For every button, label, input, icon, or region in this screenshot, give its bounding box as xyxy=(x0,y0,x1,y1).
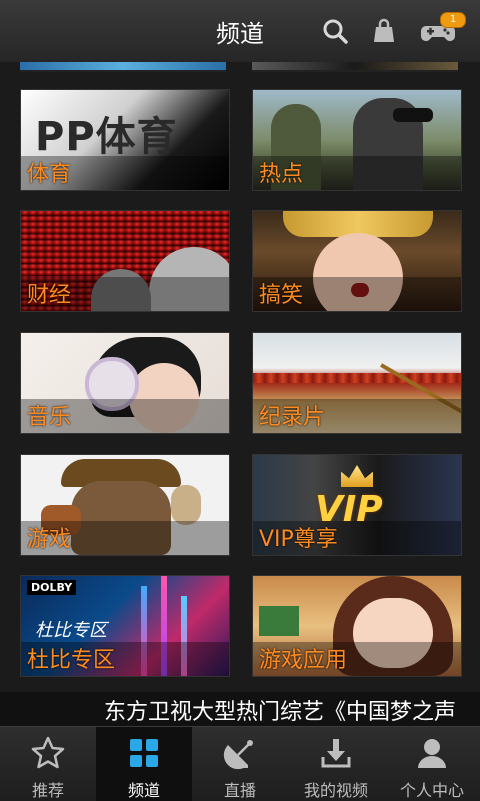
nav-label: 直播 xyxy=(223,781,256,800)
download-icon xyxy=(318,735,354,771)
gamepad-icon[interactable]: 1 xyxy=(420,12,466,46)
marquee-text: 东方卫视大型热门综艺《中国梦之声 xyxy=(104,700,457,725)
notification-badge: 1 xyxy=(440,12,466,28)
announcement-marquee[interactable]: 东方卫视大型热门综艺《中国梦之声 xyxy=(0,692,480,726)
thumbnail-text: PP体育 xyxy=(35,114,178,160)
channel-tile-sports[interactable]: PP体育 体育 xyxy=(20,89,230,191)
channel-label: 热点 xyxy=(259,162,304,187)
shopping-bag-icon[interactable] xyxy=(369,16,399,46)
dolby-logo-text: DOLBY xyxy=(27,580,77,595)
channel-label: 音乐 xyxy=(27,405,72,430)
nav-item-my-videos[interactable]: 我的视频 xyxy=(288,727,384,801)
search-icon[interactable] xyxy=(320,16,350,46)
channel-label: 体育 xyxy=(27,162,72,187)
channel-label: 游戏 xyxy=(27,527,72,552)
channel-grid: PP体育 体育 热点 财经 搞笑 音乐 纪录片 游戏 VIP VIP尊享 DOL… xyxy=(0,62,480,692)
channel-tile-finance[interactable]: 财经 xyxy=(20,210,230,312)
star-icon xyxy=(30,735,66,771)
thumbnail-text: 杜比专区 xyxy=(35,620,107,641)
page-title: 频道 xyxy=(216,20,264,48)
grid-icon xyxy=(126,735,162,771)
user-icon xyxy=(414,735,450,771)
satellite-dish-icon xyxy=(222,735,258,771)
nav-item-profile[interactable]: 个人中心 xyxy=(384,727,480,801)
channel-label: 游戏应用 xyxy=(259,648,348,673)
partial-previous-row xyxy=(0,62,480,72)
channel-tile-game-apps[interactable]: 游戏应用 xyxy=(252,575,462,677)
channel-tile-funny[interactable]: 搞笑 xyxy=(252,210,462,312)
channel-label: 杜比专区 xyxy=(27,648,116,673)
channel-tile-vip[interactable]: VIP VIP尊享 xyxy=(252,454,462,556)
nav-label: 频道 xyxy=(127,781,160,800)
channel-tile-dolby[interactable]: DOLBY 杜比专区 杜比专区 xyxy=(20,575,230,677)
partial-tile xyxy=(252,62,458,72)
top-bar: 频道 1 xyxy=(0,0,480,63)
nav-label: 个人中心 xyxy=(399,781,464,800)
nav-item-live[interactable]: 直播 xyxy=(192,727,288,801)
nav-label: 我的视频 xyxy=(303,781,368,800)
channel-tile-music[interactable]: 音乐 xyxy=(20,332,230,434)
channel-tile-documentary[interactable]: 纪录片 xyxy=(252,332,462,434)
nav-item-channels[interactable]: 频道 xyxy=(96,727,192,801)
nav-item-recommend[interactable]: 推荐 xyxy=(0,727,96,801)
channel-label: 纪录片 xyxy=(259,405,326,430)
partial-tile xyxy=(20,62,226,72)
channel-tile-games[interactable]: 游戏 xyxy=(20,454,230,556)
channel-label: 财经 xyxy=(27,283,72,308)
bottom-nav: 推荐 频道 直播 我的视频 个人中心 xyxy=(0,726,480,801)
channel-label: VIP尊享 xyxy=(259,527,338,552)
channel-tile-hot[interactable]: 热点 xyxy=(252,89,462,191)
nav-label: 推荐 xyxy=(31,781,64,800)
channel-label: 搞笑 xyxy=(259,283,304,308)
